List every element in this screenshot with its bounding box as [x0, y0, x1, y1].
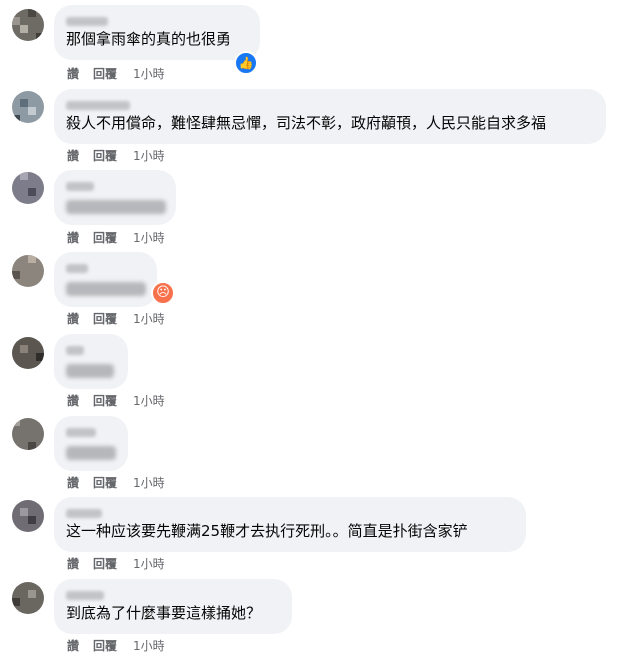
avatar[interactable] — [12, 255, 44, 287]
avatar[interactable] — [12, 418, 44, 450]
commenter-name[interactable] — [66, 97, 594, 113]
avatar[interactable] — [12, 91, 44, 123]
avatar[interactable] — [12, 500, 44, 532]
reply-button[interactable]: 回覆 — [93, 148, 117, 164]
timestamp[interactable]: 1小時 — [133, 556, 165, 572]
like-button[interactable]: 讚 — [67, 66, 79, 82]
comment-actions: 讚回覆 1小時 — [67, 66, 179, 82]
reply-button[interactable]: 回覆 — [93, 638, 117, 654]
comment-bubble: 这一种应该要先鞭满25鞭才去执行死刑。。简直是扑街含家铲 — [54, 497, 526, 552]
commenter-name[interactable] — [66, 342, 116, 358]
reply-button[interactable]: 回覆 — [93, 475, 117, 491]
reply-button[interactable]: 回覆 — [93, 556, 117, 572]
comment-bubble: 到底為了什麼事要這樣捅她？ — [54, 579, 292, 634]
avatar[interactable] — [12, 337, 44, 369]
commenter-name[interactable] — [66, 260, 145, 276]
comment-bubble: 殺人不用償命，難怪肆無忌憚，司法不彰，政府顢頇，人民只能自求多福 — [54, 89, 606, 144]
comment-bubble — [54, 252, 157, 307]
like-icon[interactable]: 👍 — [234, 51, 258, 75]
reply-button[interactable]: 回覆 — [93, 393, 117, 409]
comment-text: 这一种应该要先鞭满25鞭才去执行死刑。。简直是扑街含家铲 — [66, 522, 468, 540]
commenter-name[interactable] — [66, 13, 248, 29]
timestamp[interactable]: 1小時 — [133, 475, 165, 491]
comment-actions: 讚回覆 1小時 — [67, 393, 179, 409]
comment-actions: 讚回覆 1小時 — [67, 148, 179, 164]
like-button[interactable]: 讚 — [67, 148, 79, 164]
commenter-name[interactable] — [66, 505, 514, 521]
comment-actions: 讚回覆 1小時 — [67, 230, 179, 246]
timestamp[interactable]: 1小時 — [133, 148, 165, 164]
comment-actions: 讚回覆 1小時 — [67, 556, 179, 572]
like-button[interactable]: 讚 — [67, 475, 79, 491]
comment-text: 殺人不用償命，難怪肆無忌憚，司法不彰，政府顢頇，人民只能自求多福 — [66, 114, 547, 132]
comment-bubble — [54, 416, 128, 471]
avatar[interactable] — [12, 9, 44, 41]
comment-bubble: 那個拿雨傘的真的也很勇 — [54, 5, 260, 60]
timestamp[interactable]: 1小時 — [133, 638, 165, 654]
like-button[interactable]: 讚 — [67, 393, 79, 409]
comment-text-redacted — [66, 364, 114, 378]
avatar[interactable] — [12, 582, 44, 614]
timestamp[interactable]: 1小時 — [133, 311, 165, 327]
reply-button[interactable]: 回覆 — [93, 311, 117, 327]
commenter-name[interactable] — [66, 587, 280, 603]
angry-icon[interactable]: ☹ — [151, 281, 175, 305]
comment-text-redacted — [66, 282, 146, 296]
commenter-name[interactable] — [66, 424, 116, 440]
comment-text-redacted — [66, 446, 116, 460]
reply-button[interactable]: 回覆 — [93, 66, 117, 82]
comment-bubble — [54, 334, 128, 389]
comment-actions: 讚回覆 1小時 — [67, 638, 179, 654]
like-button[interactable]: 讚 — [67, 556, 79, 572]
timestamp[interactable]: 1小時 — [133, 230, 165, 246]
timestamp[interactable]: 1小時 — [133, 393, 165, 409]
comment-text-redacted — [66, 200, 166, 214]
like-button[interactable]: 讚 — [67, 311, 79, 327]
like-button[interactable]: 讚 — [67, 638, 79, 654]
commenter-name[interactable] — [66, 178, 164, 194]
comment-actions: 讚回覆 1小時 — [67, 475, 179, 491]
comment-text: 到底為了什麼事要這樣捅她？ — [66, 604, 262, 622]
timestamp[interactable]: 1小時 — [133, 66, 165, 82]
comment-actions: 讚回覆 1小時 — [67, 311, 179, 327]
comment-bubble — [54, 170, 176, 225]
reply-button[interactable]: 回覆 — [93, 230, 117, 246]
avatar[interactable] — [12, 172, 44, 204]
like-button[interactable]: 讚 — [67, 230, 79, 246]
comment-text: 那個拿雨傘的真的也很勇 — [66, 30, 232, 48]
